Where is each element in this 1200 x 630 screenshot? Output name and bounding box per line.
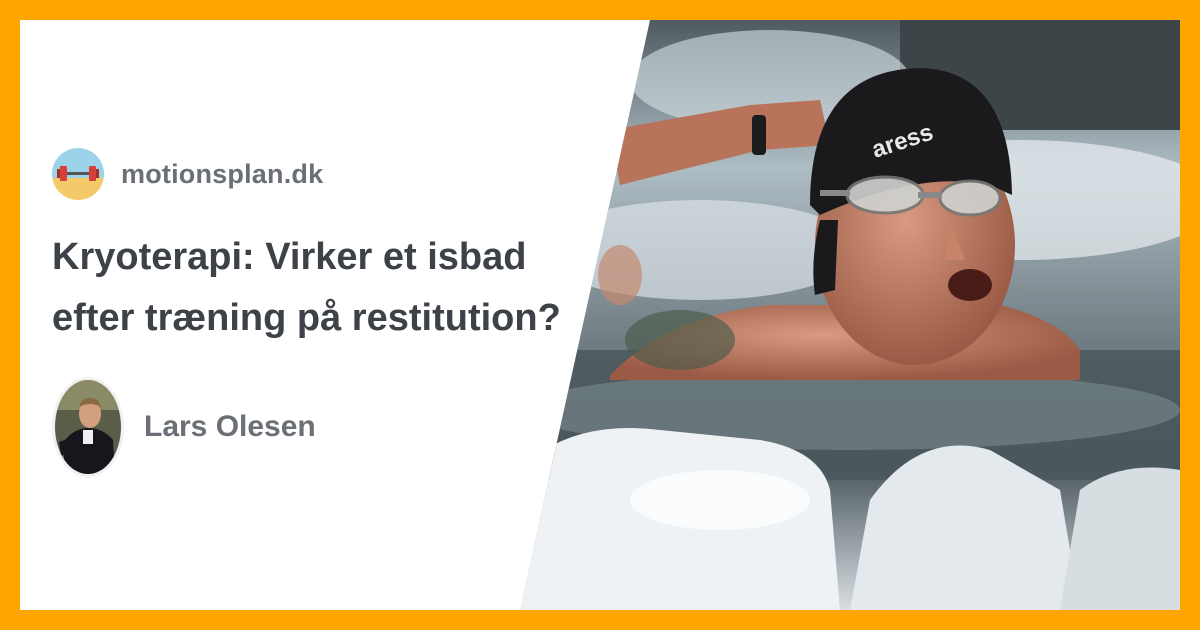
site-header: motionsplan.dk	[52, 147, 323, 201]
share-card: aress motionsplan.dk Kryoterapi: Virker …	[0, 0, 1200, 630]
article-title-line1: Kryoterapi: Virker et isbad	[52, 236, 527, 278]
site-name[interactable]: motionsplan.dk	[121, 159, 323, 190]
card-body: aress motionsplan.dk Kryoterapi: Virker …	[20, 20, 1180, 610]
person-portrait-icon[interactable]	[52, 377, 124, 477]
author-name[interactable]: Lars Olesen	[144, 410, 316, 444]
dumbbell-beach-icon[interactable]	[52, 148, 104, 200]
author-byline: Lars Olesen	[52, 375, 316, 479]
article-title[interactable]: Kryoterapi: Virker et isbad efter trænin…	[52, 227, 612, 349]
hero-photo: aress	[520, 20, 1180, 610]
article-title-line2: efter træning på restitution?	[52, 297, 561, 339]
